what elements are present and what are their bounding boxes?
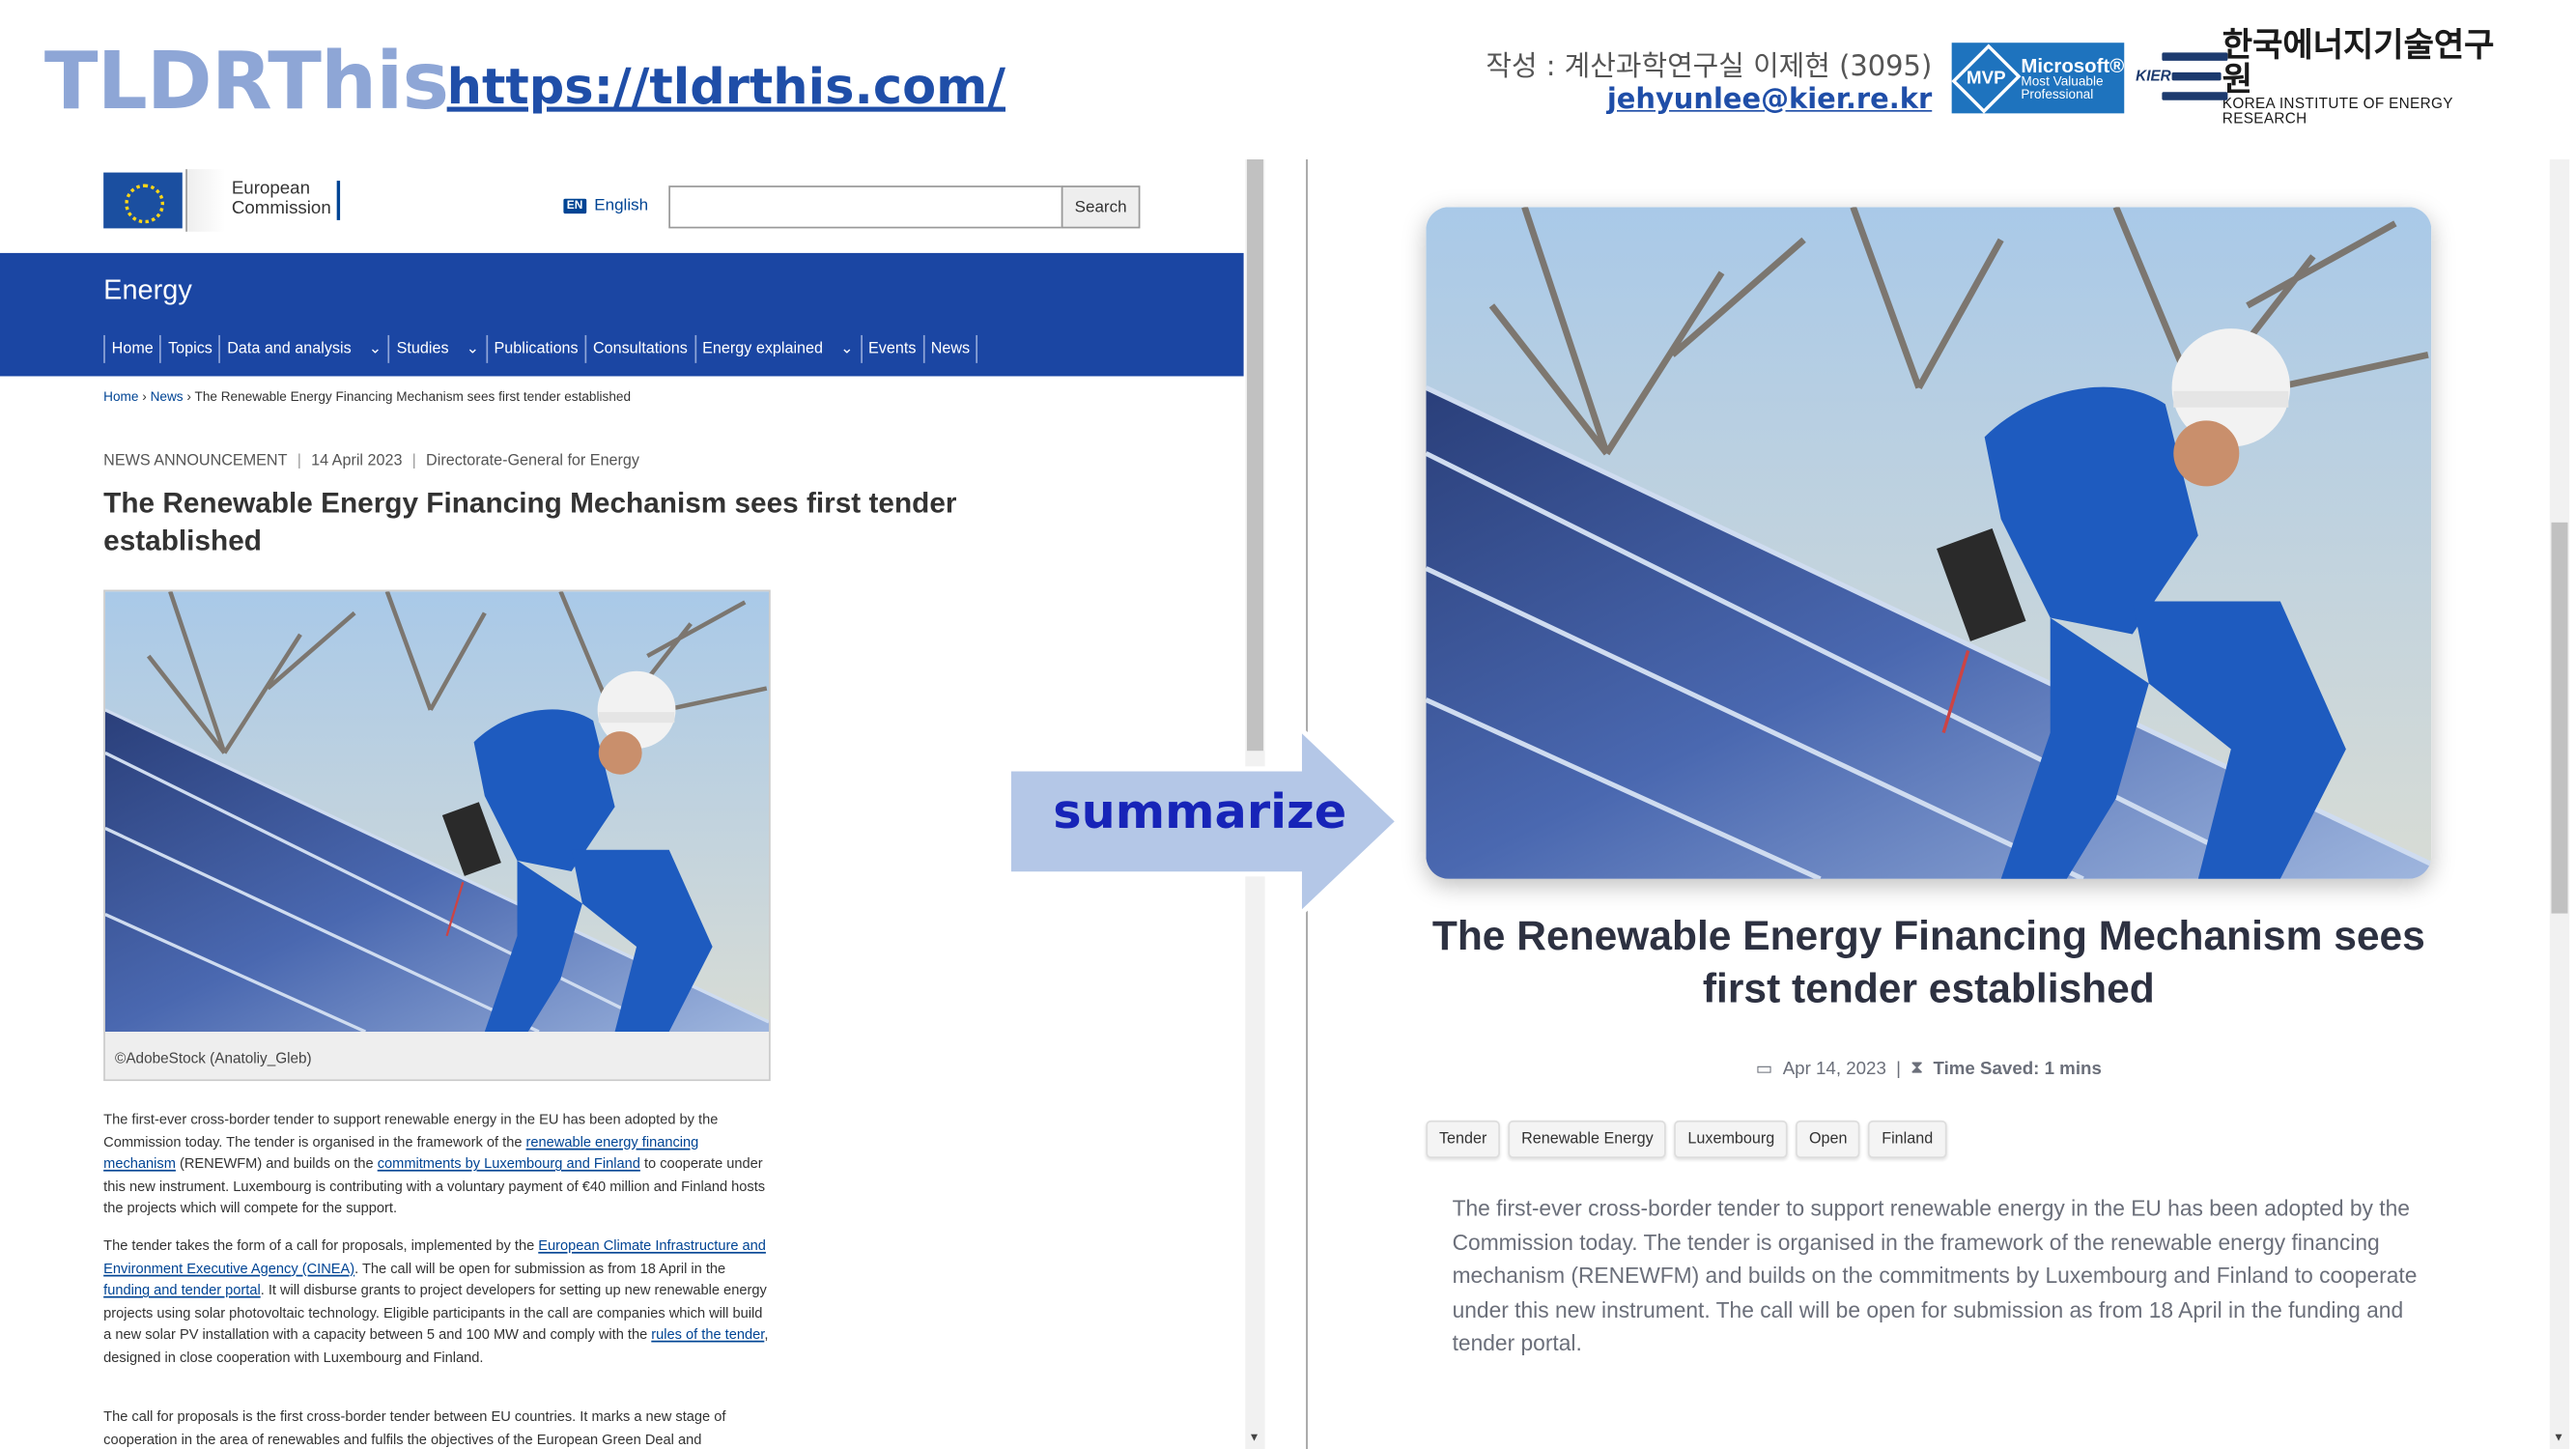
time-saved: Time Saved: 1 mins [1933,1059,2102,1079]
slide-url-link[interactable]: https://tldrthis.com/ [447,59,1005,117]
chevron-down-icon: ⌄ [364,340,382,358]
article-photo: ©AdobeStock (Anatoliy_Gleb) [103,589,771,1082]
slide-title: TLDRThis [43,36,449,128]
article-paragraph: The call for proposals is the first cros… [103,1407,726,1447]
breadcrumb-home[interactable]: Home [103,389,138,404]
microsoft-mvp-logo: MVP Microsoft® Most Valuable Professiona… [1951,43,2125,114]
inline-link[interactable]: commitments by Luxembourg and Finland [378,1155,640,1172]
left-scroll-thumb[interactable] [1246,158,1263,752]
breadcrumb-news[interactable]: News [151,389,184,404]
article-paragraph: The first-ever cross-border tender to su… [103,1110,766,1217]
language-selector[interactable]: EN English [563,197,648,215]
breadcrumb: Home › News › The Renewable Energy Finan… [103,389,631,404]
article-paragraph: The tender takes the form of a call for … [103,1236,769,1366]
menu-item-news[interactable]: News [922,334,978,363]
author-block: 작성 : 계산과학연구실 이제현 (3095) jehyunlee@kier.r… [1486,43,1932,117]
inline-link[interactable]: funding and tender portal [103,1282,261,1298]
author-email-link[interactable]: jehyunlee@kier.re.kr [1486,84,1932,117]
search-input[interactable] [668,185,1063,229]
kier-mark-icon: KIER [2136,47,2228,106]
site-title[interactable]: Energy [103,274,192,307]
menu-item-consultations[interactable]: Consultations [584,334,694,363]
language-icon: EN [563,198,586,214]
summary-hero-image [1426,207,2432,879]
mvp-diamond-icon: MVP [1951,43,2022,113]
chevron-down-icon: ⌄ [462,340,480,358]
slide: TLDRThis https://tldrthis.com/ 작성 : 계산과학… [0,0,2576,1449]
site-header-band: Energy Home Topics Data and analysis ⌄ Stu… [0,252,1244,377]
summarize-arrow: summarize [1004,722,1406,922]
scroll-down-arrow-icon[interactable]: ▼ [2553,1433,2564,1444]
scroll-down-arrow-icon[interactable]: ▼ [1249,1433,1260,1444]
right-scroll-thumb[interactable] [2551,522,2568,914]
tag-renewable-energy[interactable]: Renewable Energy [1508,1120,1667,1158]
tag-luxembourg[interactable]: Luxembourg [1674,1120,1788,1158]
european-commission-logo[interactable]: European Commission [103,169,340,232]
tag-tender[interactable]: Tender [1426,1120,1501,1158]
search-button[interactable]: Search [1061,185,1141,229]
article-type: NEWS ANNOUNCEMENT [103,451,288,470]
menu-item-data-and-analysis[interactable]: Data and analysis ⌄ [218,334,388,363]
solar-worker-photo [104,591,770,1033]
chevron-down-icon: ⌄ [835,340,854,358]
eu-flag-icon [103,172,183,229]
menu-item-events[interactable]: Events [860,334,922,363]
summary-title: The Renewable Energy Financing Mechanism… [1431,913,2425,1012]
summary-text: The first-ever cross-border tender to su… [1452,1196,2418,1356]
article-title: The Renewable Energy Financing Mechanism… [103,486,957,557]
author-line: 작성 : 계산과학연구실 이제현 (3095) [1486,50,1933,84]
summary-page: The Renewable Energy Financing Mechanism… [1307,158,2576,1449]
tag-open[interactable]: Open [1796,1120,1861,1158]
summary-date: Apr 14, 2023 [1782,1059,1886,1079]
calendar-icon: ▭ [1755,1059,1773,1080]
menu-item-energy-explained[interactable]: Energy explained ⌄ [694,334,861,363]
photo-caption: ©AdobeStock (Anatoliy_Gleb) [115,1049,312,1066]
main-menu: Home Topics Data and analysis ⌄ Studies ⌄ … [103,334,978,363]
menu-item-studies[interactable]: Studies ⌄ [388,334,486,363]
menu-item-topics[interactable]: Topics [159,334,219,363]
tag-list: Tender Renewable Energy Luxembourg Open Finl… [1426,1120,1954,1158]
menu-item-publications[interactable]: Publications [485,334,584,363]
article-source: Directorate-General for Energy [426,451,639,470]
article-meta: NEWS ANNOUNCEMENT | 14 April 2023 | Director… [103,451,639,470]
right-scrollbar[interactable]: ▼ [2549,158,2570,1449]
kier-logo: KIER 한국에너지기술연구원 KOREA INSTITUTE OF ENERG… [2136,23,2495,127]
arrow-label: summarize [1053,783,1347,840]
article-date: 14 April 2023 [311,451,403,470]
tag-finland[interactable]: Finland [1868,1120,1946,1158]
summary-meta: ▭ Apr 14, 2023 | ⧗ Time Saved: 1 mins [1755,1058,2102,1080]
hourglass-icon: ⧗ [1911,1058,1924,1078]
inline-link[interactable]: rules of the tender [651,1326,764,1343]
menu-item-home[interactable]: Home [103,334,159,363]
breadcrumb-current: The Renewable Energy Financing Mechanism… [194,389,632,405]
